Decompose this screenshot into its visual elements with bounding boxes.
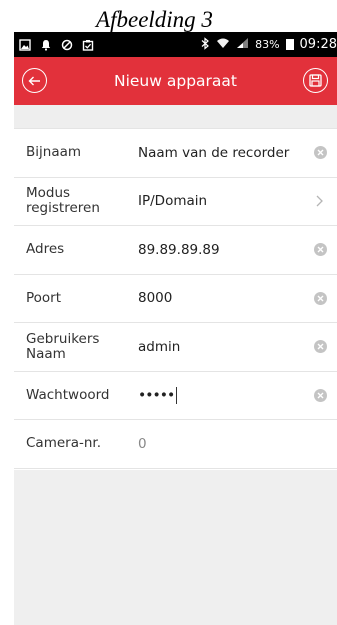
signal-icon xyxy=(236,37,249,52)
row-register-mode[interactable]: Modus registreren IP/Domain xyxy=(14,178,337,226)
port-input[interactable]: 8000 xyxy=(138,290,172,306)
row-label: Bijnaam xyxy=(26,144,82,161)
address-input[interactable]: 89.89.89.89 xyxy=(138,242,220,258)
device-form: Bijnaam Naam van de recorder Modus regis… xyxy=(14,128,337,469)
status-bar-right: 83% 09:28 xyxy=(201,36,337,53)
clock-time: 09:28 xyxy=(299,37,337,52)
row-label: Wachtwoord xyxy=(26,386,110,403)
back-button[interactable] xyxy=(22,68,47,93)
row-label: Modus registreren xyxy=(26,185,100,217)
wifi-icon xyxy=(216,37,230,52)
password-dots: ••••• xyxy=(138,387,175,404)
camera-number-value: 0 xyxy=(138,435,147,452)
row-label: Adres xyxy=(26,241,65,258)
row-password[interactable]: Wachtwoord ••••• xyxy=(14,372,337,420)
status-bar: 83% 09:28 xyxy=(14,32,337,57)
row-label: Camera-nr. xyxy=(26,435,102,452)
battery-percentage: 83% xyxy=(255,38,280,51)
save-button[interactable] xyxy=(303,68,328,93)
image-icon xyxy=(18,38,31,51)
row-username[interactable]: Gebruikers Naam admin xyxy=(14,323,337,372)
clipboard-icon xyxy=(81,38,94,51)
row-port[interactable]: Poort 8000 xyxy=(14,275,337,323)
floppy-disk-icon xyxy=(309,74,322,87)
empty-area xyxy=(14,470,337,625)
bluetooth-icon xyxy=(201,36,210,53)
spacer-band xyxy=(14,105,337,128)
text-cursor xyxy=(176,386,178,404)
back-arrow-icon xyxy=(28,76,40,85)
clear-icon[interactable] xyxy=(314,291,327,305)
page-title: Nieuw apparaat xyxy=(114,72,237,90)
battery-icon xyxy=(285,39,294,50)
clear-icon[interactable] xyxy=(314,388,327,402)
blocked-icon xyxy=(60,38,73,51)
row-nickname[interactable]: Bijnaam Naam van de recorder xyxy=(14,129,337,178)
clear-icon[interactable] xyxy=(314,340,327,354)
app-bar: Nieuw apparaat xyxy=(14,57,337,105)
clear-icon[interactable] xyxy=(314,146,327,160)
bell-icon xyxy=(39,38,52,51)
row-address[interactable]: Adres 89.89.89.89 xyxy=(14,226,337,275)
chevron-right-icon[interactable] xyxy=(313,195,325,207)
register-mode-select[interactable]: IP/Domain xyxy=(138,193,207,209)
password-input[interactable]: ••••• xyxy=(138,386,178,404)
clear-icon[interactable] xyxy=(314,243,327,257)
row-label: Poort xyxy=(26,289,62,306)
row-label: Gebruikers Naam xyxy=(26,330,100,362)
figure-caption: Afbeelding 3 xyxy=(96,7,213,32)
nickname-input[interactable]: Naam van de recorder xyxy=(138,145,289,161)
row-camera-number: Camera-nr. 0 xyxy=(14,420,337,469)
username-input[interactable]: admin xyxy=(138,339,180,355)
status-bar-left xyxy=(18,38,94,51)
